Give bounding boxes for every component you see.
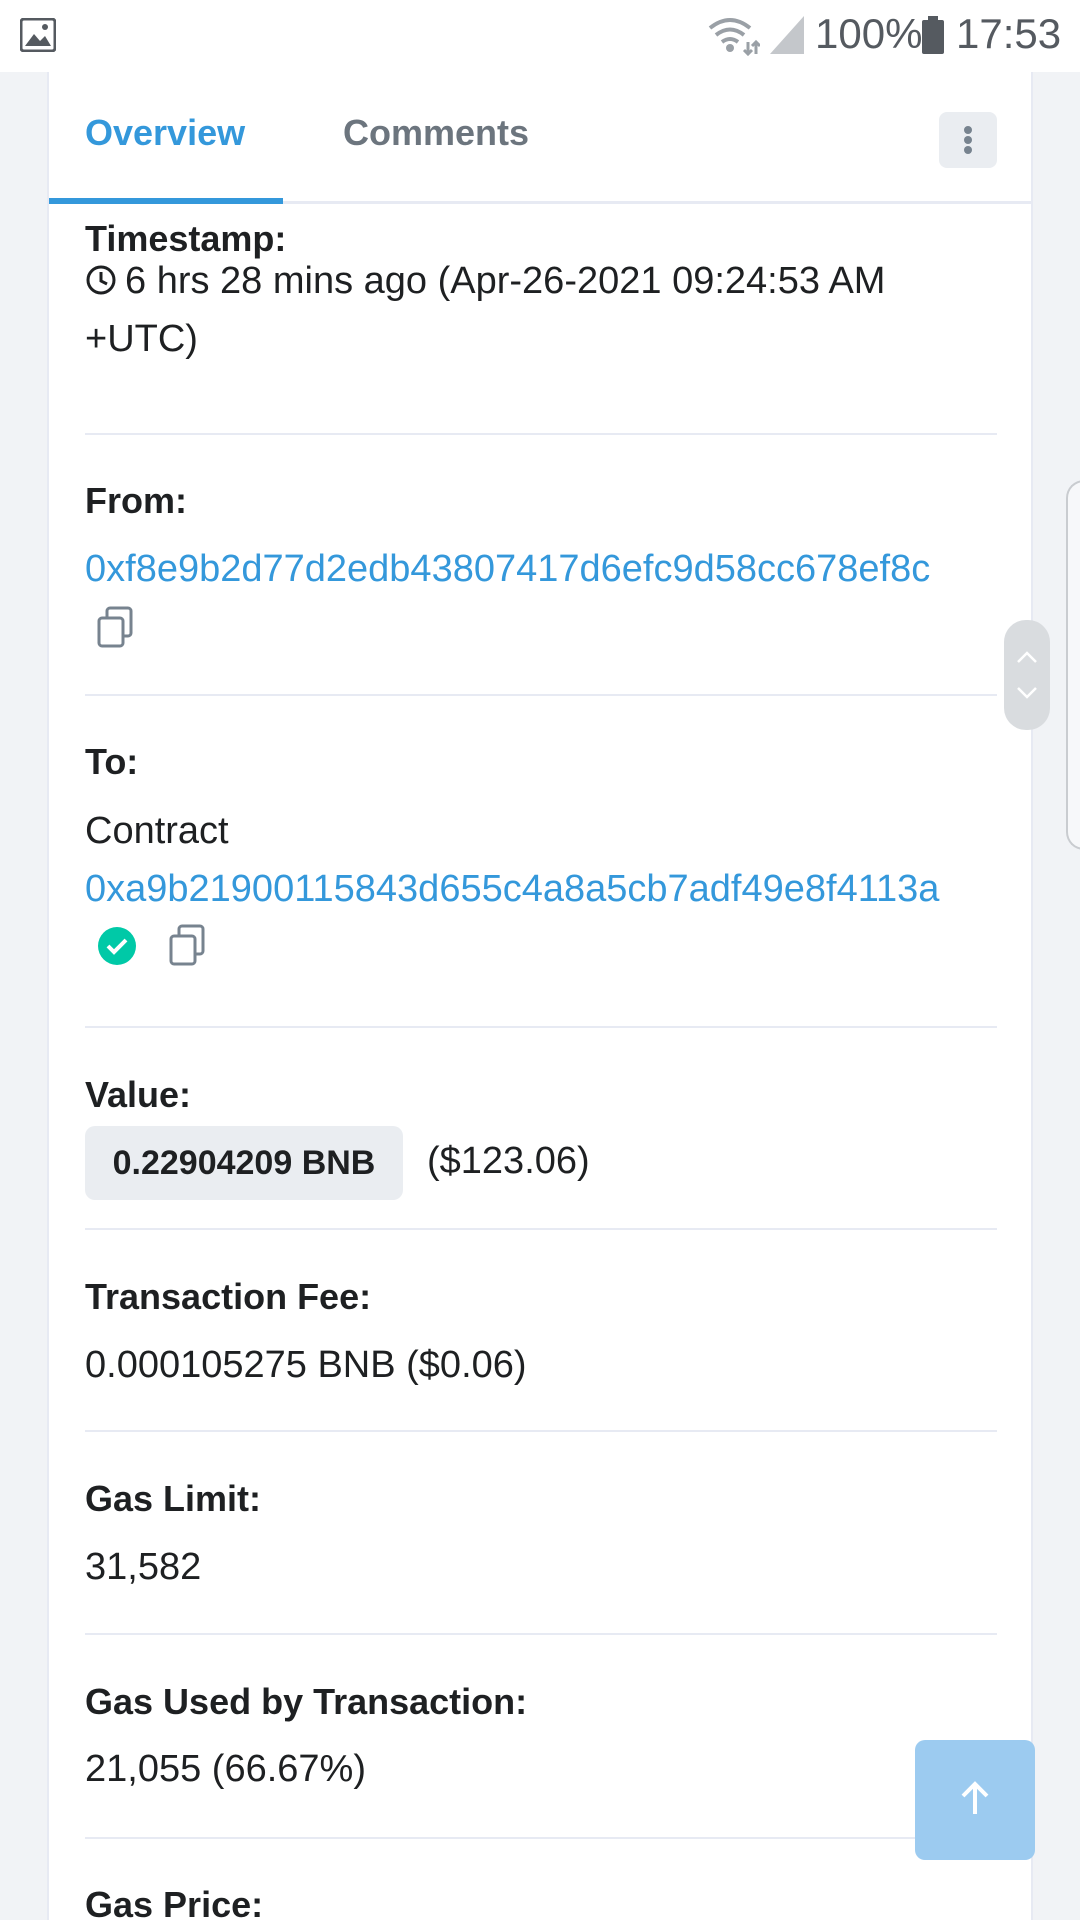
divider bbox=[85, 1633, 997, 1635]
copy-to-address-icon[interactable] bbox=[167, 924, 207, 966]
scrollbar-handle[interactable] bbox=[1004, 620, 1050, 730]
kebab-menu-icon bbox=[964, 126, 972, 134]
timestamp-line1: 6 hrs 28 mins ago (Apr-26-2021 09:24:53 … bbox=[125, 260, 886, 302]
timestamp-value: 6 hrs 28 mins ago (Apr-26-2021 09:24:53 … bbox=[85, 252, 997, 368]
clock-time: 17:53 bbox=[956, 10, 1062, 57]
to-address-link[interactable]: 0xa9b21900115843d655c4a8a5cb7adf49e8f411… bbox=[85, 868, 939, 911]
transaction-card: Overview Comments Timestamp: 6 hrs 28 mi… bbox=[47, 72, 1033, 1920]
divider bbox=[85, 694, 997, 696]
divider bbox=[85, 1837, 997, 1839]
kebab-dot bbox=[964, 136, 972, 144]
edge-panel-handle[interactable] bbox=[1066, 480, 1080, 850]
copy-from-address-icon[interactable] bbox=[95, 606, 135, 648]
gas-limit-value: 31,582 bbox=[85, 1546, 202, 1588]
divider bbox=[85, 433, 997, 435]
value-usd: ($123.06) bbox=[427, 1140, 590, 1182]
back-to-top-button[interactable] bbox=[915, 1740, 1035, 1860]
kebab-dot bbox=[964, 146, 972, 154]
arrow-up-icon bbox=[961, 1781, 989, 1814]
clock-icon bbox=[86, 265, 116, 295]
to-contract-prefix: Contract bbox=[85, 810, 229, 852]
chevron-down-icon bbox=[1017, 687, 1037, 699]
transaction-fee-label: Transaction Fee: bbox=[85, 1276, 372, 1317]
timestamp-line2: +UTC) bbox=[85, 318, 198, 360]
value-label: Value: bbox=[85, 1074, 192, 1115]
active-tab-indicator bbox=[49, 198, 283, 204]
divider bbox=[85, 1026, 997, 1028]
gas-used-label: Gas Used by Transaction: bbox=[85, 1681, 528, 1722]
divider bbox=[85, 1430, 997, 1432]
gas-price-label: Gas Price: bbox=[85, 1884, 264, 1920]
gallery-icon bbox=[20, 18, 56, 52]
wifi-icon bbox=[708, 18, 760, 56]
battery-icon bbox=[922, 16, 944, 54]
to-label: To: bbox=[85, 741, 139, 782]
transaction-fee-value: 0.000105275 BNB ($0.06) bbox=[85, 1344, 527, 1386]
status-bar: 100% 17:53 bbox=[0, 0, 1080, 72]
gas-limit-label: Gas Limit: bbox=[85, 1478, 262, 1519]
tab-bar: Overview Comments bbox=[49, 72, 1033, 204]
signal-icon bbox=[770, 16, 804, 54]
more-options-button[interactable] bbox=[939, 112, 997, 168]
chevron-up-icon bbox=[1017, 651, 1037, 663]
from-address-link[interactable]: 0xf8e9b2d77d2edb43807417d6efc9d58cc678ef… bbox=[85, 548, 930, 591]
tab-comments[interactable]: Comments bbox=[343, 112, 529, 154]
divider bbox=[85, 1228, 997, 1230]
value-amount-badge: 0.22904209 BNB bbox=[85, 1126, 403, 1200]
from-label: From: bbox=[85, 480, 187, 521]
battery-percent: 100% bbox=[815, 10, 923, 57]
tab-overview[interactable]: Overview bbox=[85, 112, 245, 154]
verified-check-icon bbox=[98, 927, 136, 965]
gas-used-value: 21,055 (66.67%) bbox=[85, 1748, 366, 1790]
